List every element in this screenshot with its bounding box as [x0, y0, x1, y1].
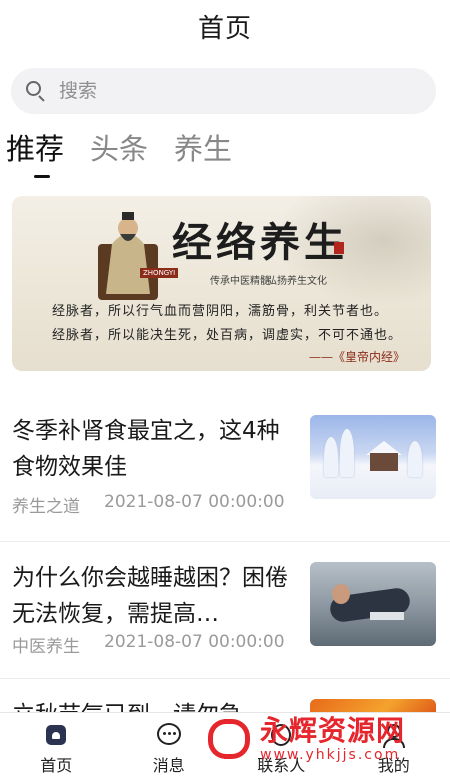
news-meta: 中医养生 2021-08-07 00:00:00: [12, 632, 297, 667]
sage-figure-image: [98, 212, 158, 300]
news-meta: 养生之道 2021-08-07 00:00:00: [12, 492, 297, 527]
red-seal-stamp: [334, 242, 344, 254]
watermark-title: 永辉资源网: [260, 714, 406, 747]
news-category: 中医养生: [12, 637, 80, 657]
banner-quote-line-2: 经脉者，所以能决生死，处百病，调虚实，不可不通也。: [52, 328, 403, 343]
banner-tag: ZHONGYI: [140, 268, 179, 278]
banner-subtitle-left: 传承中医精髓: [210, 276, 270, 287]
news-title: 冬季补肾食最宜之，这4种食物效果佳: [12, 418, 280, 480]
category-tabs: 推荐 头条 养生: [6, 132, 450, 178]
list-item[interactable]: 为什么你会越睡越困？困倦无法恢复，需提高… 中医养生 2021-08-07 00…: [0, 542, 450, 679]
active-tab-indicator: [34, 175, 50, 178]
banner-signature: ——《皇帝内经》: [308, 350, 405, 364]
tab-recommend[interactable]: 推荐: [6, 126, 65, 178]
watermark-logo-icon: [206, 715, 254, 763]
tab-health[interactable]: 养生: [174, 126, 232, 176]
search-icon: [25, 80, 47, 102]
watermark-url: www.yhkjjs.com: [260, 747, 401, 763]
promo-banner[interactable]: ZHONGYI 经络养生 传承中医精髓 弘扬养生文化 经脉者，所以行气血而营阴阳…: [12, 196, 431, 371]
banner-subtitle-right: 弘扬养生文化: [267, 276, 327, 287]
page-title: 首页: [197, 13, 252, 44]
tabbar-label: 首页: [40, 756, 73, 775]
news-text: 冬季补肾食最宜之，这4种食物效果佳 养生之道 2021-08-07 00:00:…: [12, 413, 297, 527]
search-input[interactable]: [59, 80, 379, 102]
tabbar-label: 消息: [152, 756, 185, 775]
banner-quote-line-1: 经脉者，所以行气血而营阴阳，濡筋骨，利关节者也。: [52, 304, 389, 319]
watermark-text: 永辉资源网 www.yhkjjs.com: [260, 714, 406, 764]
list-item[interactable]: 冬季补肾食最宜之，这4种食物效果佳 养生之道 2021-08-07 00:00:…: [0, 405, 450, 542]
news-text: 为什么你会越睡越困？困倦无法恢复，需提高… 中医养生 2021-08-07 00…: [12, 560, 297, 664]
news-category: 养生之道: [12, 497, 80, 517]
news-date: 2021-08-07 00:00:00: [104, 492, 285, 512]
news-thumbnail-snow-cabin: [310, 415, 436, 499]
banner-title: 经络养生: [172, 219, 348, 266]
search-bar[interactable]: [11, 68, 436, 114]
message-icon: [155, 721, 183, 749]
news-title: 为什么你会越睡越困？困倦无法恢复，需提高…: [12, 565, 288, 627]
home-icon: [42, 721, 70, 749]
tabbar-item-home[interactable]: 首页: [0, 713, 113, 778]
tab-label: 推荐: [6, 132, 65, 166]
news-thumbnail-person-sleeping: [310, 562, 436, 646]
news-date: 2021-08-07 00:00:00: [104, 632, 285, 652]
tab-headlines[interactable]: 头条: [90, 126, 148, 176]
app-header: 首页: [0, 0, 450, 52]
site-watermark: 永辉资源网 www.yhkjjs.com: [206, 708, 446, 770]
